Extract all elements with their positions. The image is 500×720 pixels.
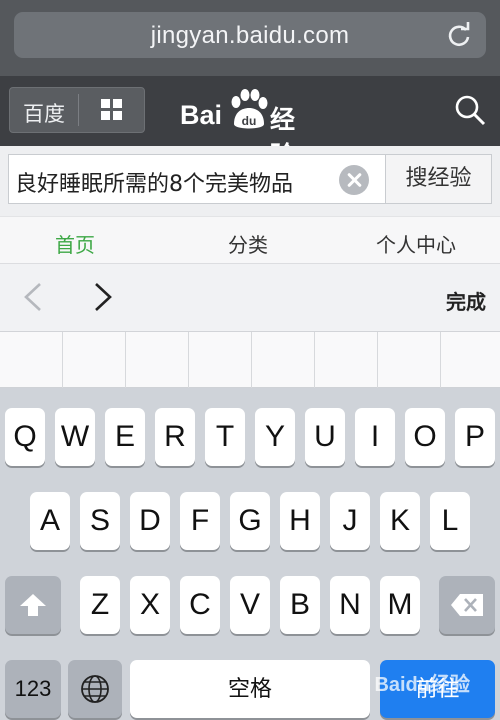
search-input[interactable]: 良好睡眠所需的8个完美物品 [8,154,386,204]
candidate-cell[interactable] [441,332,500,388]
paw-logo-icon: du [231,89,268,129]
space-key[interactable]: 空格 [130,660,370,718]
key-w[interactable]: W [55,408,95,466]
candidate-cell[interactable] [63,332,126,388]
key-z[interactable]: Z [80,576,120,634]
key-t[interactable]: T [205,408,245,466]
reload-icon[interactable] [446,22,472,48]
main-tabs: 首页 分类 个人中心 [0,216,500,264]
key-r[interactable]: R [155,408,195,466]
globe-key[interactable] [68,660,122,718]
key-i[interactable]: I [355,408,395,466]
key-c[interactable]: C [180,576,220,634]
search-bar: 良好睡眠所需的8个完美物品 搜经验 [0,146,500,216]
key-d[interactable]: D [130,492,170,550]
clear-icon[interactable] [339,165,369,195]
search-button[interactable]: 搜经验 [386,154,492,204]
search-icon[interactable] [454,94,486,126]
key-o[interactable]: O [405,408,445,466]
candidate-cell[interactable] [378,332,441,388]
candidate-cell[interactable] [189,332,252,388]
watermark: Baidu经验 [374,674,470,696]
url-field[interactable]: jingyan.baidu.com [14,12,486,58]
key-j[interactable]: J [330,492,370,550]
previous-field-icon[interactable] [22,282,44,312]
form-accessory-bar: 完成 [0,264,500,332]
key-g[interactable]: G [230,492,270,550]
key-e[interactable]: E [105,408,145,466]
backspace-icon [451,594,483,616]
candidate-cell[interactable] [315,332,378,388]
url-text: jingyan.baidu.com [150,22,350,49]
tab-home[interactable]: 首页 [55,229,95,258]
key-s[interactable]: S [80,492,120,550]
key-a[interactable]: A [30,492,70,550]
logo-du-text: du [242,114,257,128]
key-x[interactable]: X [130,576,170,634]
key-p[interactable]: P [455,408,495,466]
grid-menu-icon[interactable] [100,98,124,122]
done-button[interactable]: 完成 [446,286,486,315]
baidu-home-link[interactable]: 百度 [10,98,78,128]
key-v[interactable]: V [230,576,270,634]
numbers-key[interactable]: 123 [5,660,61,718]
key-n[interactable]: N [330,576,370,634]
next-field-icon[interactable] [92,282,114,312]
backspace-key[interactable] [439,576,495,634]
key-h[interactable]: H [280,492,320,550]
globe-icon [81,675,109,703]
shift-icon [20,594,46,616]
tab-category[interactable]: 分类 [228,229,268,258]
key-k[interactable]: K [380,492,420,550]
key-y[interactable]: Y [255,408,295,466]
search-query-text: 良好睡眠所需的8个完美物品 [15,172,293,197]
tab-personal-center[interactable]: 个人中心 [376,229,456,258]
pill-divider [78,94,79,126]
key-b[interactable]: B [280,576,320,634]
browser-address-bar: jingyan.baidu.com [0,0,500,76]
site-header: 百度 Bai du 经验 [0,76,500,170]
key-f[interactable]: F [180,492,220,550]
candidate-cell[interactable] [126,332,189,388]
key-u[interactable]: U [305,408,345,466]
candidate-bar [0,332,500,388]
key-q[interactable]: Q [5,408,45,466]
key-l[interactable]: L [430,492,470,550]
key-m[interactable]: M [380,576,420,634]
baidu-nav-pill: 百度 [9,87,145,133]
shift-key[interactable] [5,576,61,634]
logo-bai-text: Bai [180,100,223,130]
candidate-cell[interactable] [252,332,315,388]
candidate-cell[interactable] [0,332,63,388]
